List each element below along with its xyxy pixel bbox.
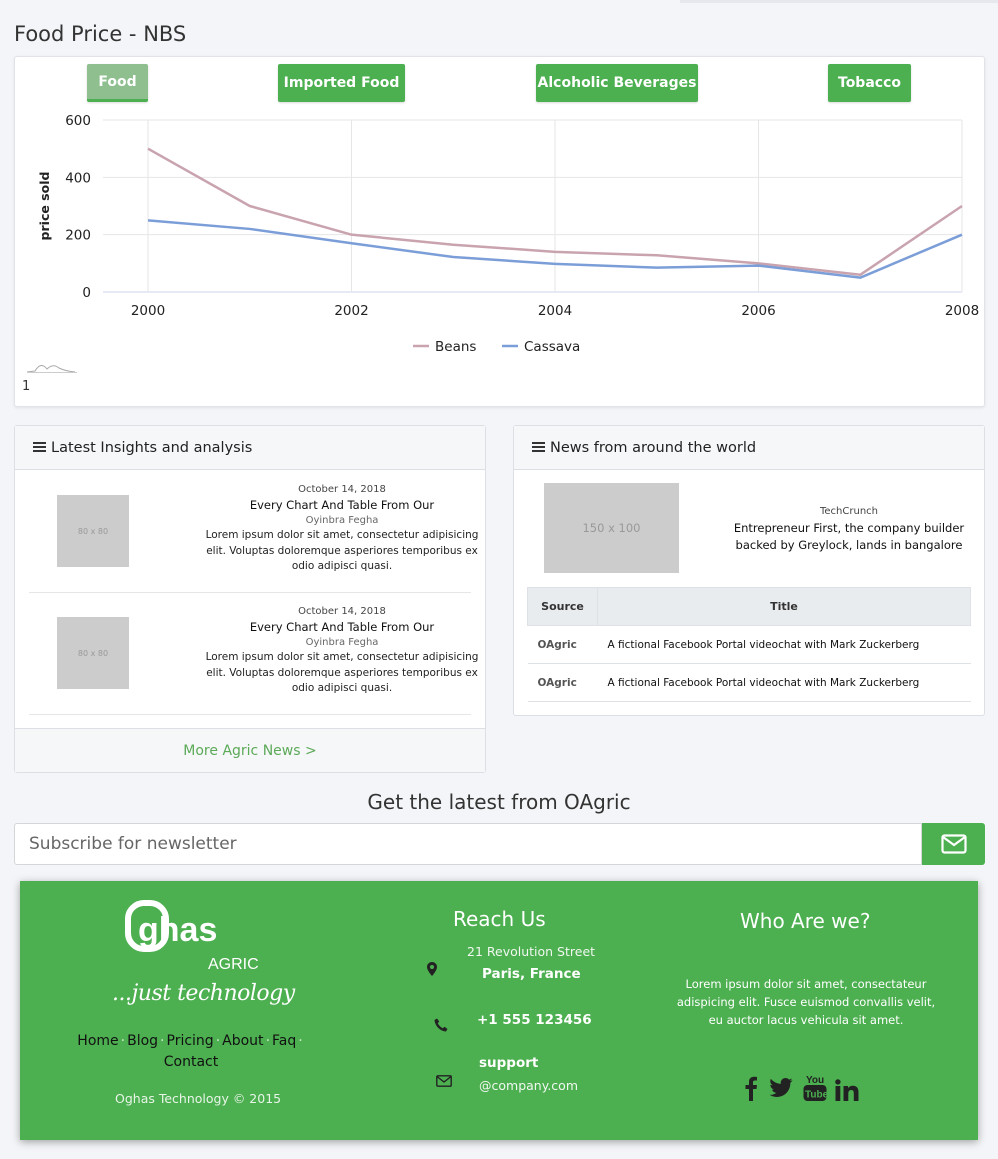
linkedin-icon[interactable]	[835, 1079, 859, 1101]
envelope-icon	[940, 834, 967, 854]
legend-label: Cassava	[524, 339, 580, 355]
envelope-icon	[436, 1075, 452, 1087]
y-tick-label: 600	[65, 113, 91, 129]
map-marker-icon	[427, 962, 437, 976]
footer-nav: Home · Blog · Pricing · About · Faq · Contact	[77, 1033, 303, 1070]
y-axis-title: price sold	[37, 172, 52, 241]
svg-text:You: You	[806, 1075, 824, 1086]
insight-item[interactable]: 80 x 80 October 14, 2018 Every Chart And…	[29, 471, 478, 593]
oghas-logo[interactable]: ghas AGRIC	[112, 899, 262, 979]
insights-panel-header: Latest Insights and analysis	[15, 426, 485, 470]
insight-body: Lorem ipsum dolor sit amet, consectetur …	[205, 529, 479, 572]
x-tick-label: 2002	[334, 303, 368, 319]
column-header-source: Source	[527, 587, 598, 626]
news-thumbnail-placeholder: 150 x 100	[544, 483, 679, 573]
more-agric-news-link[interactable]: More Agric News >	[15, 728, 485, 772]
copyright: Oghas Technology © 2015	[115, 1091, 282, 1106]
price-line-chart: 0 200 400 600 2000 2002 2004 2006 2008 price sold…	[37, 113, 979, 355]
insight-date: October 14, 2018	[298, 484, 386, 495]
chart-card: Food Imported Food Alcoholic Beverages T…	[14, 56, 985, 407]
insight-author: Oyinbra Fegha	[305, 515, 379, 526]
insight-item[interactable]: 80 x 80 October 14, 2018 Every Chart And…	[29, 593, 478, 715]
news-feature[interactable]: TechCrunch Entrepreneur First, the compa…	[729, 504, 969, 554]
news-panel: News from around the world 150 x 100 Tec…	[513, 425, 985, 716]
x-tick-label: 2006	[741, 303, 775, 319]
who-are-we-body: Lorem ipsum dolor sit amet, consectateur…	[676, 977, 936, 1027]
twitter-icon[interactable]	[769, 1078, 793, 1098]
x-tick-label: 2008	[945, 303, 979, 319]
page-title: Food Price - NBS	[14, 22, 187, 46]
y-tick-label: 200	[65, 228, 91, 244]
list-icon	[33, 442, 46, 453]
tagline: ...just technology	[112, 981, 295, 1006]
footer-link-contact[interactable]: Contact	[164, 1054, 218, 1070]
email-line2[interactable]: @company.com	[479, 1078, 578, 1093]
footer-link-pricing[interactable]: Pricing	[167, 1033, 214, 1049]
footer-link-faq[interactable]: Faq	[272, 1033, 296, 1049]
row-source: OAgric	[527, 625, 598, 664]
newsletter-title: Get the latest from OAgric	[367, 790, 631, 814]
email-line1[interactable]: support	[479, 1055, 538, 1071]
y-tick-label: 0	[82, 285, 91, 301]
phone-number[interactable]: +1 555 123456	[477, 1012, 592, 1028]
insight-title[interactable]: Every Chart And Table From Our	[197, 619, 487, 636]
reach-us-title: Reach Us	[453, 907, 546, 931]
svg-text:Tube: Tube	[805, 1090, 827, 1101]
footer: ghas AGRIC ...just technology Home · Blog ·…	[20, 881, 978, 1140]
footer-link-home[interactable]: Home	[77, 1033, 118, 1049]
address-line1: 21 Revolution Street	[467, 944, 596, 959]
footer-link-blog[interactable]: Blog	[127, 1033, 158, 1049]
facebook-icon[interactable]	[744, 1075, 758, 1101]
svg-text:AGRIC: AGRIC	[208, 956, 259, 973]
table-row[interactable]: OAgric A fictional Facebook Portal video…	[527, 663, 971, 702]
insight-title[interactable]: Every Chart And Table From Our	[197, 497, 487, 514]
svg-text:ghas: ghas	[138, 911, 217, 949]
footer-link-about[interactable]: About	[222, 1033, 263, 1049]
address-line2: Paris, France	[482, 966, 581, 982]
row-source: OAgric	[527, 663, 598, 702]
who-are-we-title: Who Are we?	[740, 909, 871, 933]
legend-label: Beans	[435, 339, 476, 355]
news-panel-header: News from around the world	[514, 426, 984, 470]
table-row[interactable]: OAgric A fictional Facebook Portal video…	[527, 625, 971, 664]
thumbnail-placeholder: 80 x 80	[57, 495, 129, 567]
insights-panel: Latest Insights and analysis 80 x 80 Oct…	[14, 425, 486, 773]
row-title[interactable]: A fictional Facebook Portal videochat wi…	[597, 625, 971, 664]
x-tick-label: 2000	[131, 303, 165, 319]
list-icon	[532, 442, 545, 453]
y-tick-label: 400	[65, 170, 91, 186]
news-headline[interactable]: Entrepreneur First, the company builder …	[729, 520, 969, 554]
row-title[interactable]: A fictional Facebook Portal videochat wi…	[597, 663, 971, 702]
insight-body: Lorem ipsum dolor sit amet, consectetur …	[205, 651, 479, 694]
newsletter-subscribe-button[interactable]	[922, 823, 985, 865]
column-header-title: Title	[597, 587, 971, 626]
x-tick-label: 2004	[538, 303, 572, 319]
news-heading: News from around the world	[550, 439, 757, 456]
phone-icon	[434, 1018, 448, 1032]
insight-date: October 14, 2018	[298, 606, 386, 617]
insights-heading: Latest Insights and analysis	[51, 439, 253, 456]
news-table: Source Title OAgric A fictional Facebook…	[527, 587, 971, 702]
thumbnail-placeholder: 80 x 80	[57, 617, 129, 689]
news-source: TechCrunch	[819, 506, 878, 517]
top-bar-edge	[680, 0, 998, 3]
newsletter-email-input[interactable]	[14, 823, 922, 865]
insight-author: Oyinbra Fegha	[305, 637, 379, 648]
chart-range-selector[interactable]	[27, 359, 77, 373]
chart-page-number: 1	[22, 379, 31, 394]
youtube-icon[interactable]: You Tube	[803, 1074, 827, 1102]
